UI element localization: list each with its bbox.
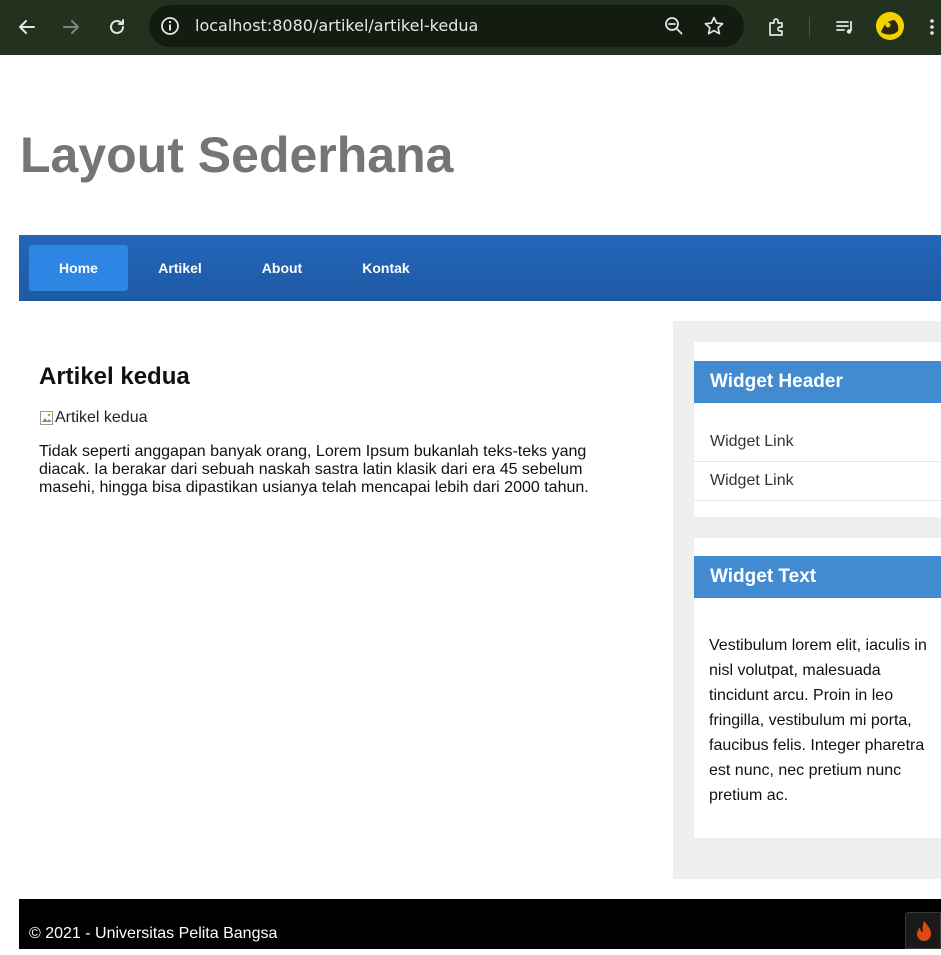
debug-toolbar-icon[interactable] [905,912,941,949]
bookmark-star-icon[interactable] [703,15,725,37]
browser-toolbar: localhost:8080/artikel/artikel-kedua [0,0,941,55]
article-body: Tidak seperti anggapan banyak orang, Lor… [39,443,589,496]
widget-text-body: Vestibulum lorem elit, iaculis in nisl v… [709,637,927,804]
toolbar-divider [809,17,810,37]
article-title: Artikel kedua [39,363,190,390]
forward-arrow-icon[interactable] [56,12,86,42]
sidebar: Widget Header Widget Link Widget Link Wi… [673,321,941,879]
article-image: Artikel kedua [39,409,148,427]
main-navbar: Home Artikel About Kontak [19,235,941,301]
image-alt-text: Artikel kedua [55,409,148,426]
main-content: Artikel kedua Artikel kedua Tidak sepert… [19,321,673,879]
nav-kontak[interactable]: Kontak [346,245,426,291]
url-text[interactable]: localhost:8080/artikel/artikel-kedua [195,16,478,35]
footer-copyright: © 2021 - Universitas Pelita Bangsa [29,925,278,942]
chrome-menu-icon[interactable] [922,12,941,42]
extensions-icon[interactable] [762,12,792,42]
page-footer: © 2021 - Universitas Pelita Bangsa [19,899,941,949]
widget-link-1[interactable]: Widget Link [694,423,941,462]
widget-links: Widget Header Widget Link Widget Link [694,342,941,517]
broken-image-icon [39,410,55,426]
reload-icon[interactable] [102,12,132,42]
widget-header: Widget Header [694,361,941,403]
address-bar[interactable]: localhost:8080/artikel/artikel-kedua [149,5,744,47]
profile-avatar[interactable] [876,12,904,40]
nav-artikel[interactable]: Artikel [140,245,220,291]
widget-text-header: Widget Text [694,556,941,598]
site-title: Layout Sederhana [20,127,454,183]
site-info-icon[interactable] [159,15,181,37]
zoom-icon[interactable] [663,15,685,37]
media-queue-icon[interactable] [830,12,860,42]
back-arrow-icon[interactable] [12,12,42,42]
widget-text: Widget Text Vestibulum lorem elit, iacul… [694,538,941,838]
widget-link-2[interactable]: Widget Link [694,462,941,501]
nav-about[interactable]: About [242,245,322,291]
nav-home[interactable]: Home [29,245,128,291]
